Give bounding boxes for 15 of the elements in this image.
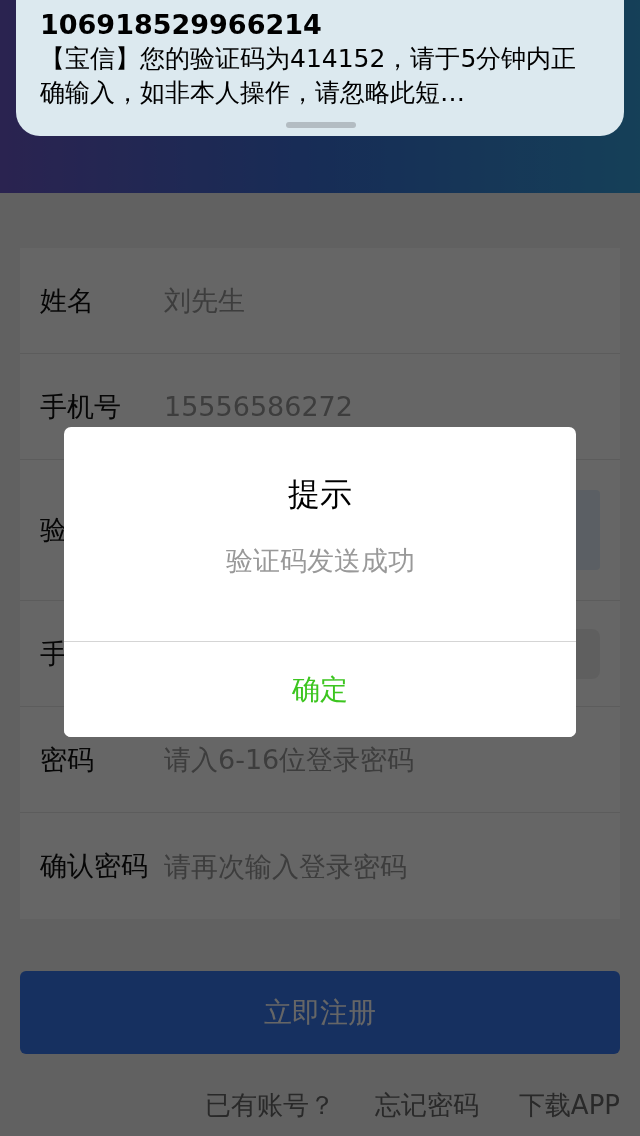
dialog-message: 验证码发送成功 (225, 544, 415, 578)
grabber-handle[interactable] (286, 122, 356, 128)
field-label: 验 (40, 513, 68, 547)
dialog-title: 提示 (287, 474, 353, 515)
text-link[interactable]: 忘记密码 (374, 1088, 479, 1123)
text-link[interactable]: 已有账号？ (204, 1088, 335, 1123)
field-label: 密码 (40, 742, 95, 777)
notification-message: 【宝信】您的验证码为414152，请于5分钟内正确输入，如非本人操作，请忽略此短… (40, 43, 578, 109)
register-button[interactable]: 立即注册 (20, 971, 620, 1054)
notification-sender: 106918529966214 (40, 8, 323, 42)
field-label: 确认密码 (40, 849, 149, 883)
confirm-button[interactable]: 确定 (64, 641, 576, 737)
field-label: 姓名 (40, 283, 95, 318)
field-label: 手机号 (40, 389, 122, 424)
text-link[interactable]: 下载APP (518, 1088, 620, 1123)
